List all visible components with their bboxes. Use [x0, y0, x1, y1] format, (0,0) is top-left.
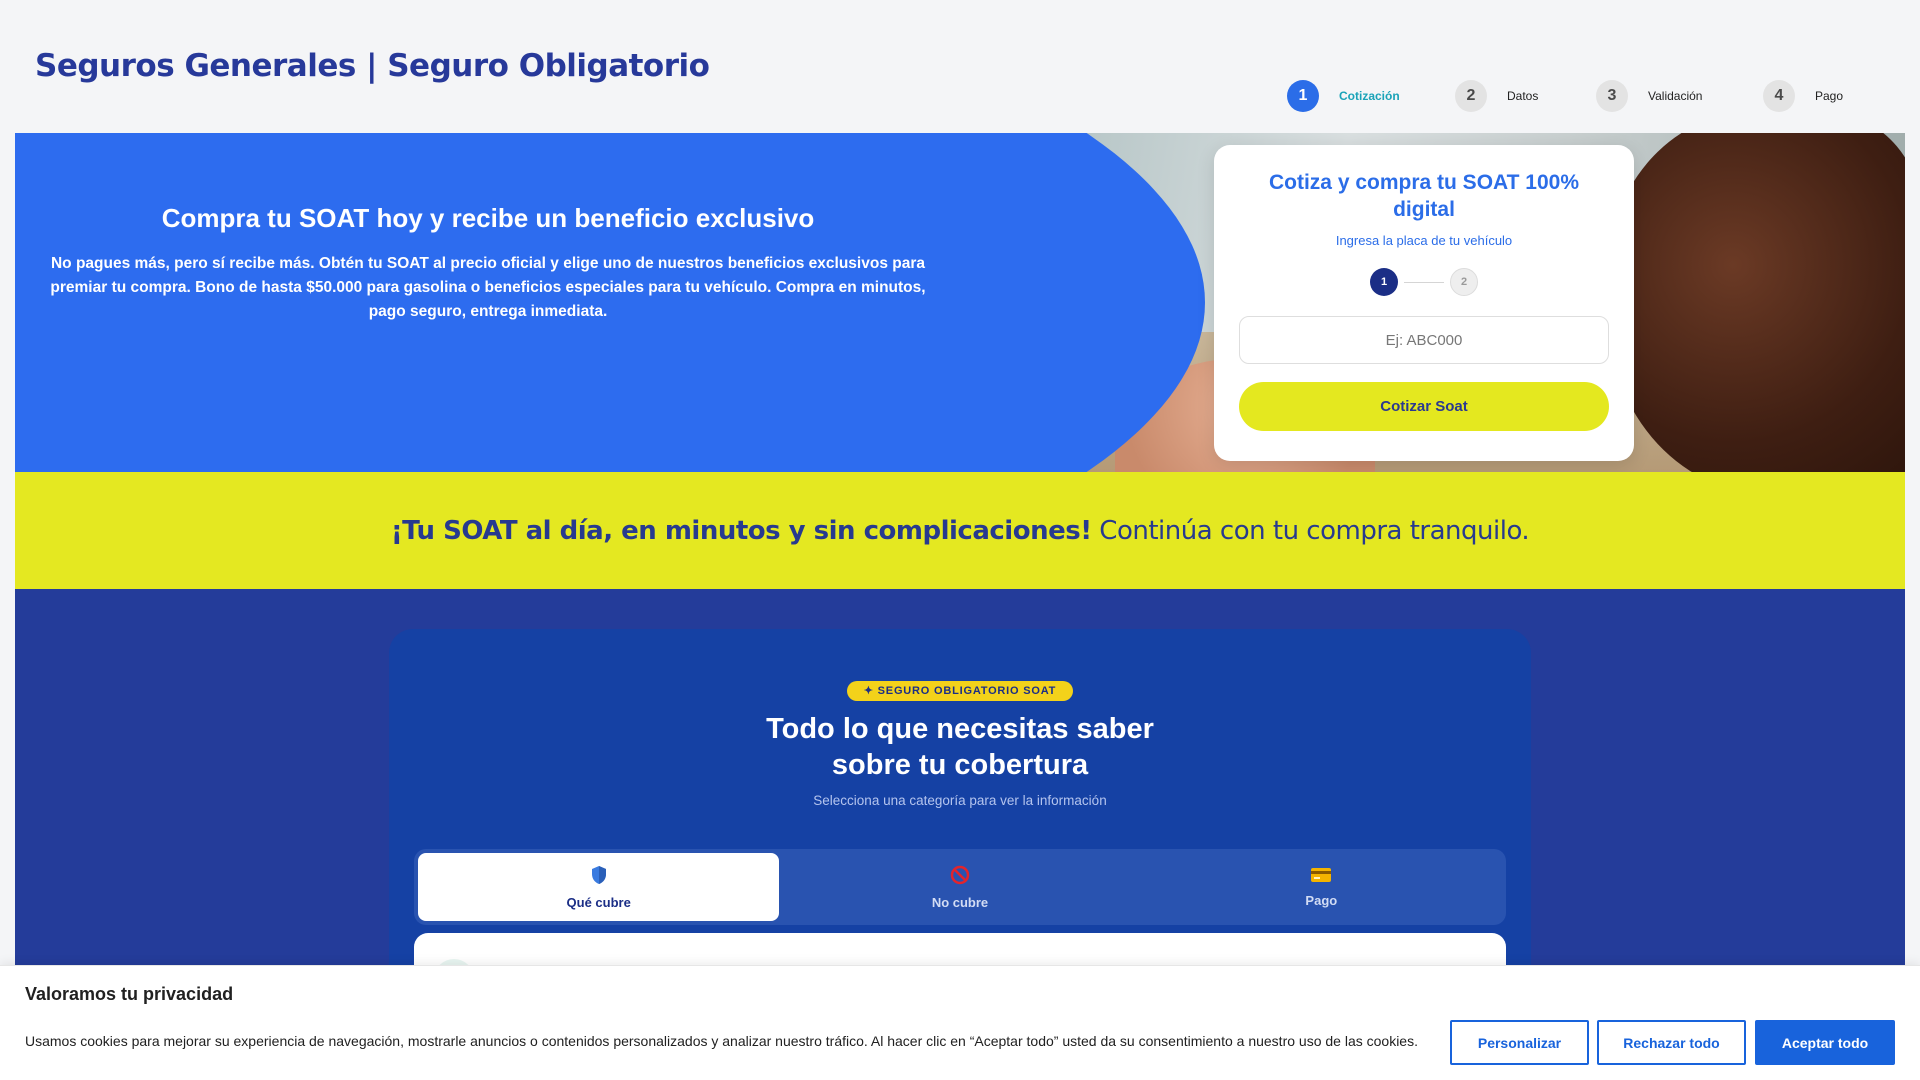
tab-no-cubre[interactable]: No cubre — [779, 853, 1140, 921]
shield-icon — [590, 865, 608, 889]
coverage-title-line2: sobre tu cobertura — [831, 749, 1089, 781]
step-label: Datos — [1507, 89, 1539, 103]
step-number: 2 — [1455, 80, 1487, 112]
plate-input[interactable] — [1239, 316, 1609, 364]
promo-regular-text: Continúa con tu compra tranquilo. — [1091, 515, 1530, 546]
mini-step-1: 1 — [1370, 268, 1398, 296]
quote-card-title: Cotiza y compra tu SOAT 100% digital — [1268, 171, 1580, 221]
coverage-tabs: Qué cubre No cubre Pago — [414, 849, 1506, 925]
hero-text: Compra tu SOAT hoy y recibe un beneficio… — [15, 203, 961, 324]
step-number: 3 — [1596, 80, 1628, 112]
mini-step-2: 2 — [1450, 268, 1478, 296]
quote-card-subtitle: Ingresa la placa de tu vehículo — [1335, 233, 1513, 248]
step-label: Cotización — [1339, 89, 1400, 103]
promo-bold-text: ¡Tu SOAT al día, en minutos y sin compli… — [390, 515, 1092, 546]
cookie-accept-button[interactable]: Aceptar todo — [1755, 1020, 1895, 1065]
cookie-reject-button[interactable]: Rechazar todo — [1597, 1020, 1746, 1065]
tab-que-cubre[interactable]: Qué cubre — [418, 853, 780, 921]
step-label: Validación — [1648, 89, 1703, 103]
tab-label: No cubre — [931, 894, 989, 910]
soat-badge: ✦ SEGURO OBLIGATORIO SOAT — [847, 681, 1073, 701]
quote-card: Cotiza y compra tu SOAT 100% digital Ing… — [1214, 145, 1634, 461]
site-title[interactable]: Seguros Generales | Seguro Obligatorio — [35, 48, 710, 84]
quote-soat-button[interactable]: Cotizar Soat — [1239, 382, 1609, 431]
step-cotizacion[interactable]: 1 Cotización — [1287, 80, 1455, 112]
step-validacion[interactable]: 3 Validación — [1596, 80, 1763, 112]
step-number: 1 — [1287, 80, 1319, 112]
step-datos[interactable]: 2 Datos — [1455, 80, 1596, 112]
site-header: Seguros Generales | Seguro Obligatorio 1… — [0, 0, 1920, 132]
cookie-customize-button[interactable]: Personalizar — [1450, 1020, 1589, 1065]
cookie-text: Usamos cookies para mejorar su experienc… — [25, 1033, 1418, 1049]
tab-label: Qué cubre — [566, 894, 631, 910]
coverage-subtitle: Selecciona una categoría para ver la inf… — [813, 793, 1107, 808]
step-label: Pago — [1815, 89, 1844, 103]
tab-pago[interactable]: Pago — [1141, 853, 1502, 921]
hero-description: No pagues más, pero sí recibe más. Obtén… — [50, 255, 926, 320]
promo-band: ¡Tu SOAT al día, en minutos y sin compli… — [15, 472, 1905, 589]
step-number: 4 — [1763, 80, 1795, 112]
cookie-banner: Valoramos tu privacidad Usamos cookies p… — [0, 965, 1920, 1080]
hero-photo-person — [1605, 133, 1905, 472]
promo-text: ¡Tu SOAT al día, en minutos y sin compli… — [390, 515, 1530, 546]
coverage-title-line1: Todo lo que necesitas saber — [766, 713, 1154, 745]
credit-card-icon — [1310, 867, 1332, 887]
tab-label: Pago — [1305, 892, 1338, 908]
mini-step-connector — [1404, 281, 1444, 283]
step-pago[interactable]: 4 Pago — [1763, 80, 1843, 112]
prohibited-icon — [950, 865, 970, 889]
checkout-stepper: 1 Cotización 2 Datos 3 Validación 4 Pago — [1287, 80, 1843, 112]
coverage-title: Todo lo que necesitas saber sobre tu cob… — [389, 711, 1531, 783]
quote-mini-stepper: 1 2 — [1214, 268, 1634, 296]
hero-title: Compra tu SOAT hoy y recibe un beneficio… — [161, 203, 815, 233]
cookie-title: Valoramos tu privacidad — [25, 984, 234, 1004]
